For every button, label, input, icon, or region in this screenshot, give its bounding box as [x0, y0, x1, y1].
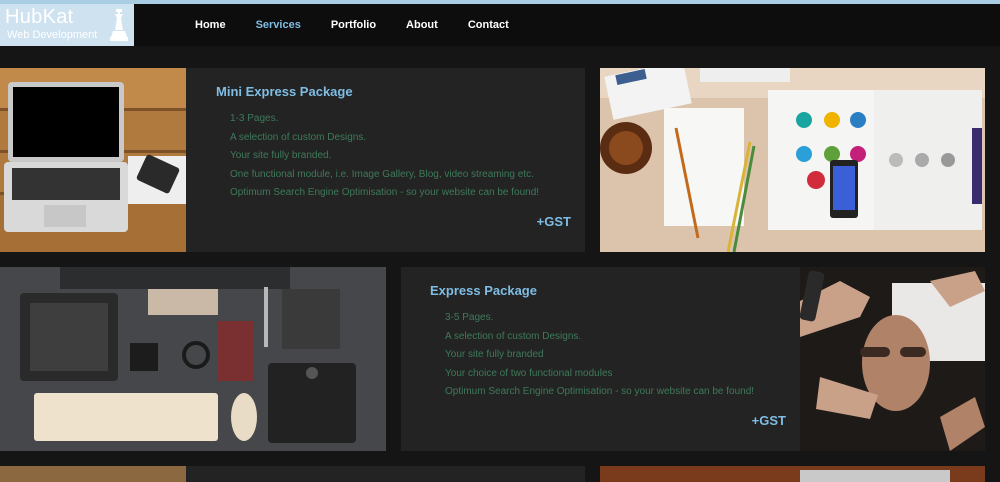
main-nav: Home Services Portfolio About Contact — [180, 4, 524, 46]
feature-item: Optimum Search Engine Optimisation - so … — [230, 187, 540, 198]
laptop-desk-photo — [0, 68, 186, 252]
feature-item: Your site fully branded. — [230, 150, 332, 161]
workstation-flatlay-photo — [0, 267, 386, 451]
nav-about[interactable]: About — [406, 19, 438, 31]
feature-item: Optimum Search Engine Optimisation - so … — [445, 386, 755, 397]
express-panel: Express Package 3-5 Pages. A selection o… — [401, 267, 800, 451]
nav-services[interactable]: Services — [256, 19, 301, 31]
feature-list: 1-3 Pages. A selection of custom Designs… — [230, 110, 539, 203]
bottom-left-photo — [0, 466, 186, 482]
nav-portfolio[interactable]: Portfolio — [331, 19, 376, 31]
bottom-right-photo — [600, 466, 985, 482]
nav-home[interactable]: Home — [195, 19, 226, 31]
feature-item: 1-3 Pages. — [230, 113, 279, 124]
chess-piece-icon — [110, 9, 128, 41]
design-workspace-photo — [600, 68, 985, 252]
feature-item: Your site fully branded — [445, 349, 544, 360]
package-title: Mini Express Package — [216, 84, 353, 99]
feature-list: 3-5 Pages. A selection of custom Designs… — [445, 309, 754, 402]
brand-tagline: Web Development — [7, 29, 98, 41]
feature-item: One functional module, i.e. Image Galler… — [230, 168, 534, 180]
feature-item: 3-5 Pages. — [445, 312, 494, 323]
price-note: +GST — [751, 413, 786, 428]
feature-item: A selection of custom Designs. — [230, 131, 367, 143]
framing-hands-photo — [800, 267, 985, 451]
price-note: +GST — [536, 214, 571, 229]
bottom-panel — [186, 466, 585, 482]
brand-logo[interactable]: HubKat Web Development — [0, 4, 134, 46]
mini-express-panel: Mini Express Package 1-3 Pages. A select… — [186, 68, 585, 252]
feature-item: A selection of custom Designs. — [445, 330, 582, 342]
nav-contact[interactable]: Contact — [468, 19, 509, 31]
brand-name: HubKat — [5, 6, 74, 28]
feature-item: Your choice of two functional modules — [445, 367, 613, 379]
package-title: Express Package — [430, 283, 537, 298]
